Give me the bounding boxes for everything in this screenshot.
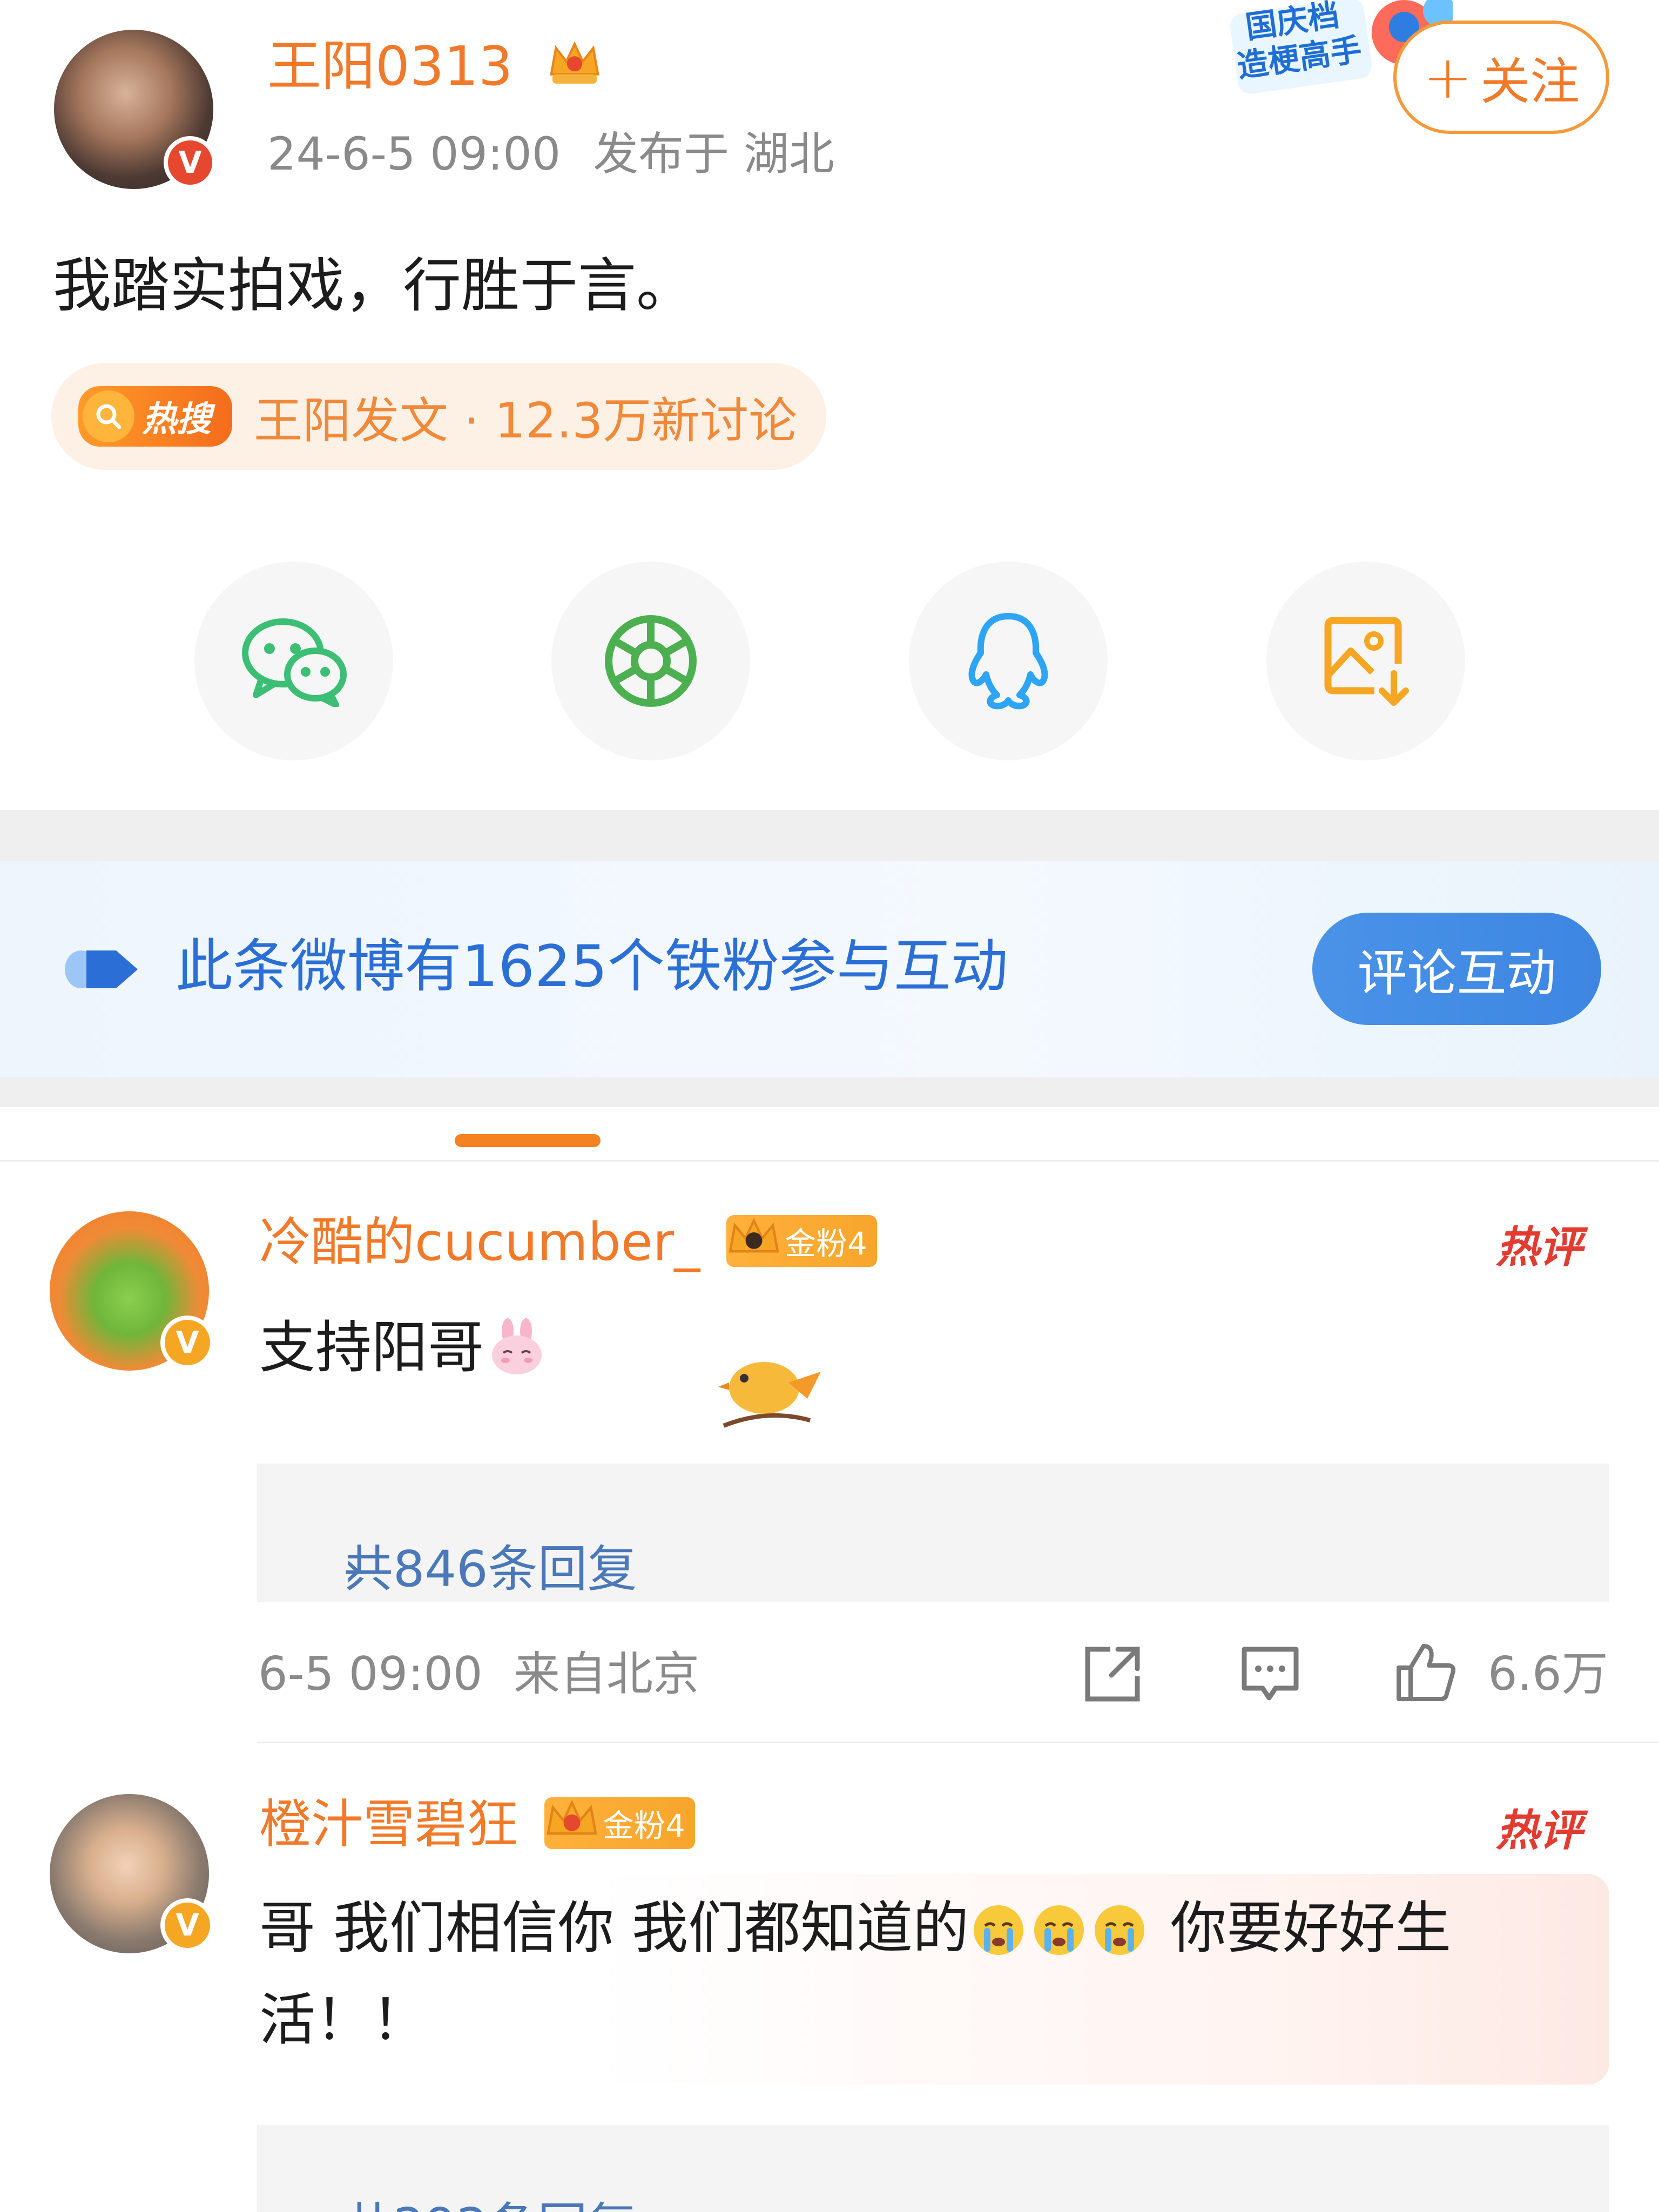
search-icon bbox=[83, 390, 134, 442]
reply-count-text: 共846条回复 bbox=[343, 1540, 637, 1598]
hot-comment-mark: 热评 bbox=[1496, 1805, 1582, 1856]
comment-text-line2: 活！！ bbox=[259, 1987, 428, 2053]
comment-text-line1-end: 你要好好生 bbox=[1170, 1895, 1452, 1961]
moments-icon bbox=[605, 615, 697, 707]
section-divider-2 bbox=[0, 1077, 1659, 1107]
qq-icon bbox=[968, 613, 1048, 710]
crying-emoji-icon bbox=[969, 1892, 1152, 1955]
tab-divider bbox=[0, 1160, 1659, 1162]
fan-level-badge: 金粉4 bbox=[726, 1215, 877, 1267]
active-tab-indicator bbox=[455, 1134, 601, 1147]
comment-meta: 6-5 09:00 来自北京 bbox=[258, 1644, 699, 1704]
comment-location: 来自北京 bbox=[513, 1647, 699, 1701]
comment-avatar[interactable]: V bbox=[50, 1211, 214, 1371]
verified-v-icon: V bbox=[164, 136, 217, 189]
crown-icon bbox=[729, 1217, 779, 1253]
chevron-right-icon: › bbox=[343, 1540, 363, 1598]
fan-level-badge: 金粉4 bbox=[544, 1797, 695, 1849]
share-moments-button[interactable] bbox=[551, 562, 750, 760]
comment-text-line1: 哥 我们相信你 我们都知道的 bbox=[259, 1895, 969, 1961]
crown-membership-icon bbox=[550, 41, 599, 84]
fans-banner-text: 此条微博有1625个铁粉参与互动 bbox=[176, 933, 1008, 1000]
like-count: 6.6万 bbox=[1488, 1647, 1608, 1701]
save-image-icon bbox=[1324, 617, 1409, 706]
comment-timestamp: 6-5 09:00 bbox=[258, 1647, 483, 1701]
post-timestamp: 24-6-5 09:00 bbox=[267, 127, 561, 180]
hot-search-badge: 热搜 bbox=[78, 386, 232, 447]
fans-interaction-banner[interactable]: 此条微博有1625个铁粉参与互动 评论互动 bbox=[0, 861, 1659, 1077]
comment-text: 支持阳哥 bbox=[259, 1301, 547, 1393]
section-divider bbox=[0, 810, 1659, 861]
bird-sticker-icon bbox=[718, 1362, 821, 1428]
fans-banner-icon bbox=[65, 950, 138, 988]
follow-label: 关注 bbox=[1480, 52, 1580, 111]
follow-button[interactable]: + 关注 bbox=[1393, 21, 1609, 134]
like-thumb-icon[interactable] bbox=[1393, 1640, 1458, 1704]
save-image-button[interactable] bbox=[1266, 562, 1465, 760]
fan-badge-label: 金粉4 bbox=[785, 1225, 867, 1262]
comment-icon[interactable] bbox=[1238, 1642, 1303, 1707]
share-wechat-button[interactable] bbox=[194, 562, 393, 760]
comment-avatar[interactable]: V bbox=[50, 1794, 214, 1953]
share-icon[interactable] bbox=[1080, 1642, 1145, 1707]
comment-username[interactable]: 橙汁雪碧狂 bbox=[259, 1792, 518, 1857]
hot-search-badge-label: 热搜 bbox=[142, 400, 211, 440]
rabbit-emoji-icon bbox=[487, 1311, 547, 1374]
reply-count-text: 共292条回复 bbox=[343, 2194, 637, 2212]
author-avatar[interactable]: V bbox=[54, 30, 217, 189]
chevron-right-icon: › bbox=[343, 2194, 363, 2212]
comment-username[interactable]: 冷酷的cucumber_ bbox=[259, 1210, 700, 1274]
wechat-icon bbox=[242, 618, 347, 707]
fan-badge-label: 金粉4 bbox=[603, 1808, 685, 1844]
share-qq-button[interactable] bbox=[909, 562, 1108, 760]
verified-v-icon: V bbox=[160, 1316, 214, 1370]
hot-search-text: 王阳发文 · 12.3万新讨论 bbox=[254, 393, 798, 449]
plus-icon: + bbox=[1422, 43, 1473, 112]
post-meta: 24-6-5 09:00 发布于 湖北 bbox=[267, 124, 834, 184]
comment-text: 哥 我们相信你 我们都知道的 你要好好生 活！！ bbox=[259, 1882, 1620, 2066]
verified-v-icon: V bbox=[160, 1898, 214, 1952]
hot-search-tag[interactable]: 热搜 王阳发文 · 12.3万新讨论 bbox=[51, 363, 826, 470]
crown-icon bbox=[547, 1799, 597, 1835]
comment-interact-button[interactable]: 评论互动 bbox=[1312, 913, 1601, 1025]
comment-text-content: 支持阳哥 bbox=[259, 1314, 484, 1380]
comment-divider bbox=[257, 1742, 1659, 1743]
reply-thread-link[interactable]: 共846条回复 › bbox=[257, 1464, 1609, 1602]
reply-thread-link[interactable]: 共292条回复 › bbox=[257, 2125, 1609, 2212]
post-body: 我踏实拍戏，行胜于言。 bbox=[53, 252, 695, 320]
author-name[interactable]: 王阳0313 bbox=[267, 31, 513, 102]
hot-comment-mark: 热评 bbox=[1496, 1222, 1582, 1272]
post-location: 发布于 湖北 bbox=[593, 127, 834, 180]
